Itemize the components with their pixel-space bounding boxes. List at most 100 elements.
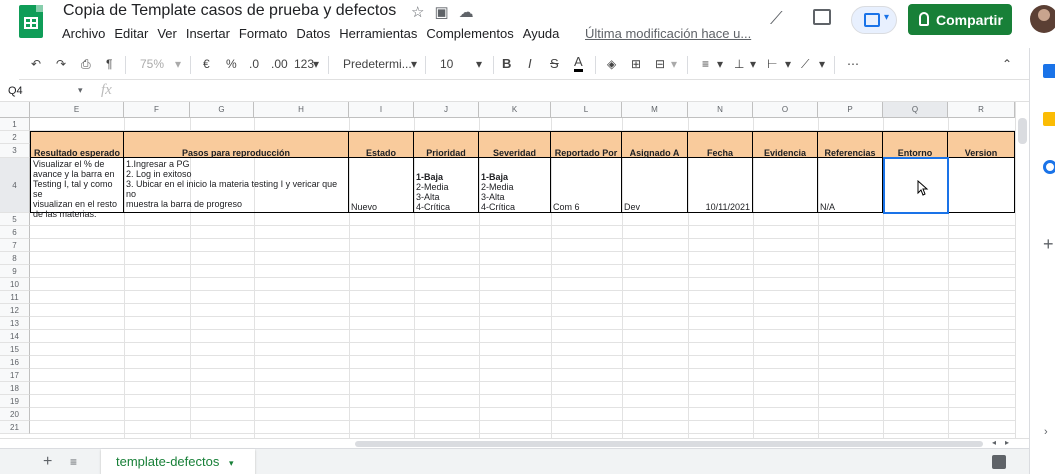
row-header-19[interactable]: 19 (0, 395, 30, 408)
header-pasos-reproduccion[interactable]: Pasos para reproducción (124, 131, 349, 158)
scroll-right-icon[interactable]: ▸ (1005, 438, 1009, 447)
column-header-r[interactable]: R (948, 102, 1015, 118)
increase-decimal-button[interactable]: .00 (271, 57, 288, 71)
text-rotation-icon[interactable]: ⟋ (801, 57, 809, 72)
row-header-6[interactable]: 6 (0, 226, 30, 239)
horizontal-scrollbar[interactable]: ◂ ▸ (0, 438, 1029, 448)
column-header-q[interactable]: Q (883, 102, 948, 118)
borders-icon[interactable]: ⊞ (631, 57, 641, 71)
column-header-j[interactable]: J (414, 102, 479, 118)
header-asignado-a[interactable]: Asignado A (622, 131, 688, 158)
vertical-scrollbar[interactable] (1015, 102, 1029, 438)
menu-editar[interactable]: Editar (114, 26, 148, 41)
text-wrap-icon[interactable]: ⊢ (767, 57, 777, 71)
more-formats-chevron-icon[interactable]: ▾ (313, 57, 319, 71)
italic-button[interactable]: I (528, 56, 532, 71)
row-header-7[interactable]: 7 (0, 239, 30, 252)
select-all-corner[interactable] (0, 102, 30, 118)
menu-archivo[interactable]: Archivo (62, 26, 105, 41)
fill-color-icon[interactable]: ◈ (607, 57, 616, 71)
row-header-2[interactable]: 2 (0, 131, 30, 144)
zoom-chevron-icon[interactable]: ▾ (175, 57, 181, 71)
rotation-chevron-icon[interactable]: ▾ (819, 57, 825, 71)
cloud-status-icon[interactable]: ☁ (459, 4, 484, 21)
cell-severidad[interactable]: 1-Baja 2-Media 3-Alta 4-Crítica (479, 158, 551, 213)
add-sheet-icon[interactable]: + (43, 453, 52, 471)
column-header-g[interactable]: G (190, 102, 254, 118)
currency-format-button[interactable]: € (203, 57, 210, 71)
star-icon[interactable]: ☆ (411, 4, 434, 21)
valign-chevron-icon[interactable]: ▾ (750, 57, 756, 71)
align-chevron-icon[interactable]: ▾ (717, 57, 723, 71)
tasks-icon[interactable] (1043, 160, 1055, 174)
more-options-icon[interactable]: ⋯ (847, 57, 859, 71)
column-header-i[interactable]: I (349, 102, 414, 118)
row-header-12[interactable]: 12 (0, 304, 30, 317)
cell-asignado-a[interactable]: Dev (622, 158, 688, 213)
row-header-17[interactable]: 17 (0, 369, 30, 382)
font-size-select[interactable]: 10 (440, 57, 453, 71)
menu-formato[interactable]: Formato (239, 26, 287, 41)
row-header-20[interactable]: 20 (0, 408, 30, 421)
name-box-chevron-icon[interactable]: ▾ (78, 85, 83, 96)
activity-trend-icon[interactable]: ⟋ (770, 8, 783, 29)
document-title[interactable]: Copia de Template casos de prueba y defe… (63, 2, 396, 20)
menu-insertar[interactable]: Insertar (186, 26, 230, 41)
font-chevron-icon[interactable]: ▾ (411, 57, 417, 71)
zoom-select[interactable]: 75% (140, 57, 164, 71)
font-size-chevron-icon[interactable]: ▾ (476, 57, 482, 71)
row-header-16[interactable]: 16 (0, 356, 30, 369)
explore-icon[interactable] (992, 455, 1006, 469)
column-header-p[interactable]: P (818, 102, 883, 118)
calendar-icon[interactable] (1043, 64, 1055, 78)
header-referencias[interactable]: Referencias (818, 131, 883, 158)
column-header-k[interactable]: K (479, 102, 551, 118)
paint-format-icon[interactable]: ¶ (106, 57, 112, 71)
collapse-panel-icon[interactable]: › (1044, 426, 1048, 438)
cell-referencias[interactable]: N/A (818, 158, 883, 213)
name-box[interactable]: Q4 (8, 85, 23, 97)
row-header-14[interactable]: 14 (0, 330, 30, 343)
header-estado[interactable]: Estado (349, 131, 414, 158)
row-header-18[interactable]: 18 (0, 382, 30, 395)
decrease-decimal-button[interactable]: .0 (249, 57, 259, 71)
row-header-21[interactable]: 21 (0, 421, 30, 434)
header-evidencia[interactable]: Evidencia (753, 131, 818, 158)
cell-pasos-reproduccion[interactable]: 1.Ingresar a PG 2. Log in exitoso 3. Ubi… (124, 158, 349, 213)
column-header-f[interactable]: F (124, 102, 190, 118)
percent-format-button[interactable]: % (226, 57, 237, 71)
row-header-5[interactable]: 5 (0, 213, 30, 226)
cell-fecha[interactable]: 10/11/2021 (688, 158, 753, 213)
bold-button[interactable]: B (502, 56, 511, 71)
cell-prioridad[interactable]: 1-Baja 2-Media 3-Alta 4-Crítica (414, 158, 479, 213)
all-sheets-icon[interactable]: ≡ (70, 455, 77, 469)
cell-estado[interactable]: Nuevo (349, 158, 414, 213)
row-header-9[interactable]: 9 (0, 265, 30, 278)
spreadsheet-grid[interactable]: E F G H I J K L M N O P Q R 1 2 3 4 5 6 … (0, 102, 1015, 438)
header-resultado-esperado[interactable]: Resultado esperado (30, 131, 124, 158)
selected-cell-q4[interactable] (883, 157, 949, 214)
vertical-scroll-thumb[interactable] (1018, 118, 1027, 144)
row-header-13[interactable]: 13 (0, 317, 30, 330)
row-header-15[interactable]: 15 (0, 343, 30, 356)
header-prioridad[interactable]: Prioridad (414, 131, 479, 158)
formula-input[interactable] (123, 83, 1013, 99)
menu-datos[interactable]: Datos (296, 26, 330, 41)
column-header-m[interactable]: M (622, 102, 688, 118)
menu-complementos[interactable]: Complementos (426, 26, 513, 41)
row-header-4[interactable]: 4 (0, 158, 30, 213)
last-modified-link[interactable]: Última modificación hace u... (585, 26, 751, 41)
comments-icon[interactable] (813, 9, 831, 25)
header-severidad[interactable]: Severidad (479, 131, 551, 158)
collapse-toolbar-icon[interactable]: ⌃ (1002, 57, 1012, 71)
strikethrough-button[interactable]: S (550, 56, 559, 71)
header-version[interactable]: Version (948, 131, 1015, 158)
sheet-tab-chevron-icon[interactable]: ▾ (229, 458, 234, 468)
row-header-8[interactable]: 8 (0, 252, 30, 265)
column-header-n[interactable]: N (688, 102, 753, 118)
header-reportado-por[interactable]: Reportado Por (551, 131, 622, 158)
header-fecha[interactable]: Fecha (688, 131, 753, 158)
cell-reportado-por[interactable]: Com 6 (551, 158, 622, 213)
header-entorno[interactable]: Entorno (883, 131, 948, 158)
redo-icon[interactable]: ↷ (56, 57, 66, 71)
